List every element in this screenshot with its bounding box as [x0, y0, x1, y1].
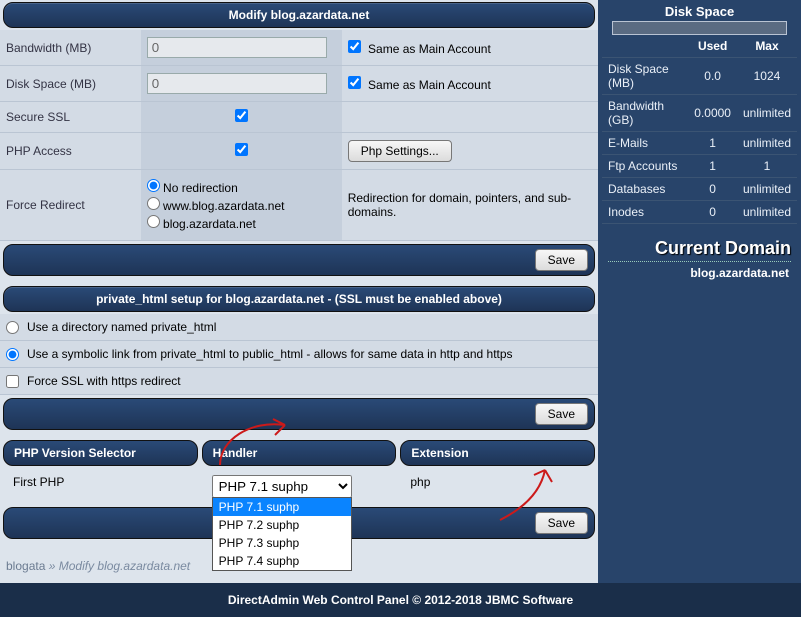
- modify-panel-header: Modify blog.azardata.net: [3, 2, 595, 28]
- side-row-label: Databases: [602, 178, 688, 201]
- side-row-used: 0.0: [688, 58, 737, 95]
- side-row-label: Bandwidth (GB): [602, 95, 688, 132]
- php-ext-value: php: [400, 469, 595, 504]
- php-settings-button[interactable]: Php Settings...: [348, 140, 452, 162]
- php-option[interactable]: PHP 7.4 suphp: [213, 552, 351, 570]
- diskspace-input[interactable]: [147, 73, 327, 94]
- redirect-none-label: No redirection: [163, 181, 238, 195]
- php-option[interactable]: PHP 7.1 suphp: [213, 498, 351, 516]
- secure-ssl-label: Secure SSL: [0, 102, 141, 133]
- secure-ssl-checkbox[interactable]: [235, 109, 248, 122]
- priv-sym-label: Use a symbolic link from private_html to…: [27, 347, 513, 361]
- redirect-none-radio[interactable]: [147, 179, 160, 192]
- redirect-www-label: www.blog.azardata.net: [163, 199, 284, 213]
- current-domain-value: blog.azardata.net: [602, 266, 797, 280]
- side-row: E-Mails1unlimited: [602, 132, 797, 155]
- side-row: Databases0unlimited: [602, 178, 797, 201]
- php-col-handler: Handler: [202, 440, 397, 466]
- side-row-max: 1024: [737, 58, 797, 95]
- side-row-used: 0: [688, 178, 737, 201]
- php-option[interactable]: PHP 7.3 suphp: [213, 534, 351, 552]
- modify-save-button[interactable]: Save: [535, 249, 588, 271]
- side-row-max: 1: [737, 155, 797, 178]
- side-row-label: Inodes: [602, 201, 688, 224]
- side-row-label: Disk Space (MB): [602, 58, 688, 95]
- diskspace-label: Disk Space (MB): [0, 66, 141, 102]
- php-handler-dropdown[interactable]: PHP 7.1 suphpPHP 7.2 suphpPHP 7.3 suphpP…: [212, 497, 352, 571]
- side-row-used: 0.0000: [688, 95, 737, 132]
- php-option[interactable]: PHP 7.2 suphp: [213, 516, 351, 534]
- side-row-used: 0: [688, 201, 737, 224]
- side-row-max: unlimited: [737, 132, 797, 155]
- side-row: Disk Space (MB)0.01024: [602, 58, 797, 95]
- side-row-label: Ftp Accounts: [602, 155, 688, 178]
- diskspace-same-checkbox[interactable]: [348, 76, 361, 89]
- side-row-used: 1: [688, 155, 737, 178]
- redirect-desc: Redirection for domain, pointers, and su…: [342, 170, 598, 241]
- side-row: Bandwidth (GB)0.0000unlimited: [602, 95, 797, 132]
- bandwidth-same-label: Same as Main Account: [368, 42, 491, 56]
- priv-force-label: Force SSL with https redirect: [27, 374, 181, 388]
- side-row-used: 1: [688, 132, 737, 155]
- redirect-www-radio[interactable]: [147, 197, 160, 210]
- side-row-max: unlimited: [737, 95, 797, 132]
- side-row: Inodes0unlimited: [602, 201, 797, 224]
- side-used-header: Used: [688, 35, 737, 58]
- side-row: Ftp Accounts11: [602, 155, 797, 178]
- priv-save-button[interactable]: Save: [535, 403, 588, 425]
- side-row-max: unlimited: [737, 201, 797, 224]
- php-first-label: First PHP: [3, 469, 198, 504]
- bandwidth-input[interactable]: [147, 37, 327, 58]
- redirect-blog-radio[interactable]: [147, 215, 160, 228]
- side-row-label: E-Mails: [602, 132, 688, 155]
- force-redirect-label: Force Redirect: [0, 170, 141, 241]
- php-save-button[interactable]: Save: [535, 512, 588, 534]
- side-max-header: Max: [737, 35, 797, 58]
- php-access-label: PHP Access: [0, 133, 141, 170]
- bandwidth-same-checkbox[interactable]: [348, 40, 361, 53]
- priv-dir-radio[interactable]: [6, 321, 19, 334]
- redirect-blog-label: blog.azardata.net: [163, 217, 256, 231]
- priv-sym-radio[interactable]: [6, 348, 19, 361]
- disk-usage-bar: [612, 21, 787, 35]
- php-access-checkbox[interactable]: [235, 143, 248, 156]
- priv-force-checkbox[interactable]: [6, 375, 19, 388]
- disk-space-header: Disk Space: [602, 0, 797, 21]
- diskspace-same-label: Same as Main Account: [368, 78, 491, 92]
- breadcrumb-home[interactable]: blogata: [6, 559, 45, 573]
- php-col-selector: PHP Version Selector: [3, 440, 198, 466]
- bandwidth-label: Bandwidth (MB): [0, 30, 141, 66]
- php-handler-select[interactable]: PHP 7.1 suphp: [212, 475, 352, 498]
- priv-dir-label: Use a directory named private_html: [27, 320, 216, 334]
- private-html-header: private_html setup for blog.azardata.net…: [3, 286, 595, 312]
- php-col-ext: Extension: [400, 440, 595, 466]
- side-row-max: unlimited: [737, 178, 797, 201]
- current-domain-header: Current Domain: [602, 238, 791, 259]
- footer-text: DirectAdmin Web Control Panel © 2012-201…: [0, 583, 801, 617]
